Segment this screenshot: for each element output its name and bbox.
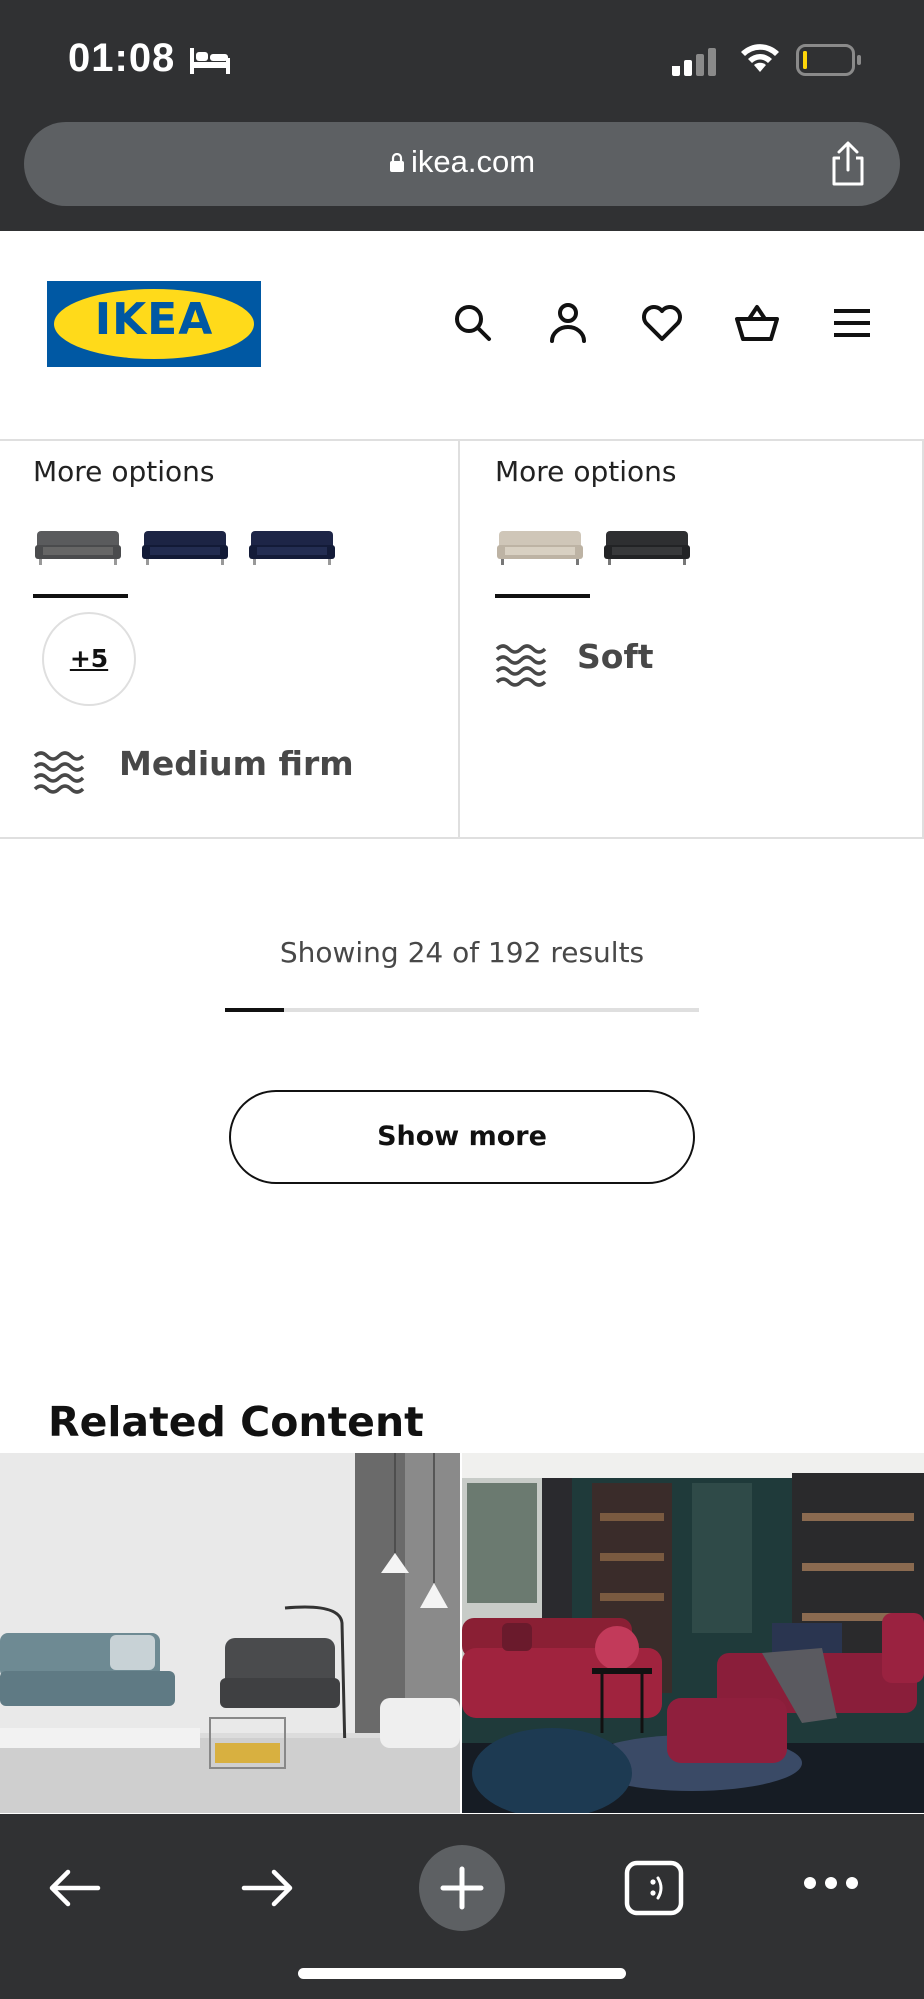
- account-icon[interactable]: [544, 299, 592, 347]
- swatch-beige-sofa[interactable]: [495, 521, 585, 571]
- product-card[interactable]: More options Soft: [461, 441, 924, 837]
- url-display: ikea.com: [24, 144, 900, 180]
- back-arrow-icon[interactable]: [46, 1866, 102, 1910]
- new-tab-plus-icon[interactable]: [419, 1845, 505, 1931]
- forward-arrow-icon[interactable]: [240, 1866, 296, 1910]
- related-image-grey-living-room[interactable]: [0, 1453, 460, 1813]
- product-card[interactable]: More options +5 Medium firm: [0, 441, 460, 837]
- wave-icon: [33, 751, 85, 794]
- swatch-dark-grey-sofa[interactable]: [33, 521, 123, 571]
- related-image-red-living-room[interactable]: [462, 1453, 924, 1813]
- product-grid: More options +5 Medium firm More options…: [0, 439, 924, 839]
- wave-icon: [495, 644, 547, 687]
- logo-text: IKEA: [94, 294, 214, 345]
- results-progress-fill: [225, 1008, 285, 1012]
- results-progress-bar: [225, 1008, 699, 1012]
- results-count: Showing 24 of 192 results: [279, 936, 645, 969]
- lock-icon: [389, 153, 404, 172]
- show-more-button[interactable]: Show more: [229, 1090, 695, 1184]
- firmness-label: Medium firm: [119, 744, 354, 783]
- swatch-black-sofa[interactable]: [602, 521, 692, 571]
- ikea-logo[interactable]: IKEA: [47, 281, 261, 367]
- cellular-signal-icon: [672, 48, 716, 76]
- more-icon[interactable]: [802, 1874, 860, 1892]
- shopping-bag-icon[interactable]: [733, 299, 781, 347]
- more-swatches-button[interactable]: +5: [42, 612, 136, 706]
- menu-icon[interactable]: [828, 299, 876, 347]
- browser-bottom-toolbar: [0, 1814, 924, 1999]
- tabs-icon[interactable]: [624, 1860, 684, 1916]
- firmness-label: Soft: [577, 637, 654, 676]
- url-bar[interactable]: ikea.com: [24, 122, 900, 206]
- browser-top-bar: 01:08 ikea.com: [0, 0, 924, 231]
- swatch-dark-blue-sofa[interactable]: [247, 521, 337, 571]
- url-text: ikea.com: [410, 144, 536, 179]
- swatch-dark-blue-sofa[interactable]: [140, 521, 230, 571]
- selected-swatch-indicator: [33, 594, 128, 598]
- selected-swatch-indicator: [495, 594, 590, 598]
- bed-icon: [190, 48, 230, 74]
- wifi-icon: [741, 44, 779, 72]
- home-indicator: [298, 1968, 626, 1979]
- favorites-heart-icon[interactable]: [638, 299, 686, 347]
- more-options-label: More options: [33, 455, 215, 488]
- share-icon[interactable]: [826, 140, 870, 188]
- status-time: 01:08: [68, 36, 176, 80]
- battery-icon: [796, 44, 861, 76]
- related-content-title: Related Content: [48, 1398, 424, 1446]
- search-icon[interactable]: [449, 299, 497, 347]
- site-header: IKEA: [0, 231, 924, 439]
- more-options-label: More options: [495, 455, 677, 488]
